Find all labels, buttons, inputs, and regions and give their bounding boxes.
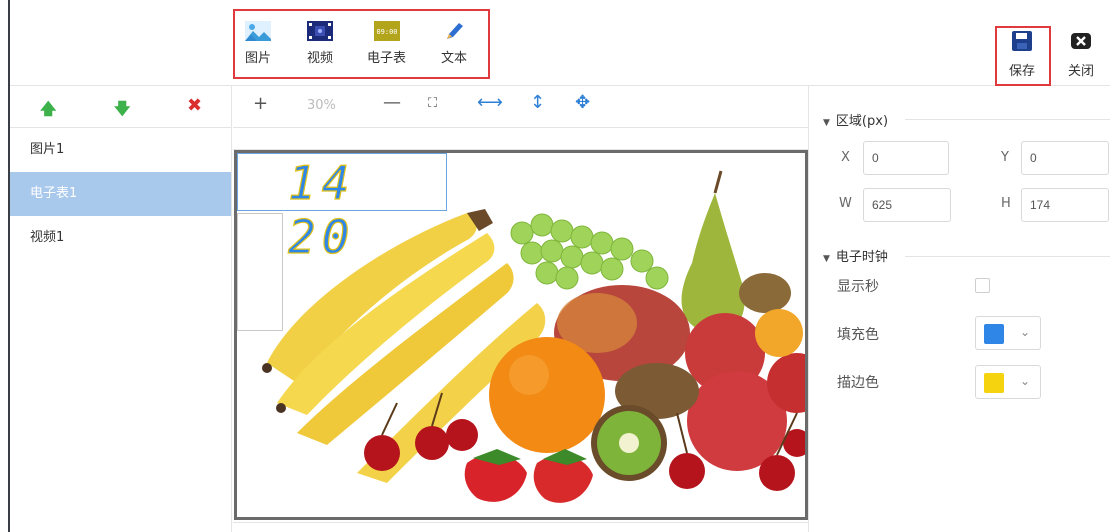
fill-color-swatch (984, 324, 1004, 344)
stroke-color-swatch (984, 373, 1004, 393)
video-icon (307, 21, 333, 41)
digital-clock-icon: 09:00 (373, 21, 400, 41)
layer-item-video[interactable]: 视频1 (10, 216, 231, 260)
show-seconds-checkbox[interactable] (975, 278, 990, 293)
zoom-in-button[interactable]: + (253, 93, 268, 114)
region-title-text: 区域(px) (835, 114, 889, 129)
fit-screen-icon[interactable]: ⛶ (428, 96, 437, 111)
image-icon (245, 21, 271, 41)
canvas-bottom-divider (233, 522, 808, 523)
region-section-title[interactable]: ▼ 区域(px) (823, 110, 888, 129)
stroke-color-picker[interactable]: ⌄ (975, 365, 1041, 399)
insert-image-button[interactable]: 图片 (245, 21, 271, 66)
w-label: W (839, 196, 852, 211)
w-input[interactable]: 625 (863, 188, 951, 222)
show-seconds-label: 显示秒 (837, 279, 879, 295)
close-button[interactable]: 关闭 (1068, 30, 1094, 79)
collapse-triangle-icon: ▼ (823, 118, 830, 128)
collapse-triangle-icon: ▼ (823, 254, 830, 264)
x-label: X (841, 150, 850, 165)
insert-clock-label: 电子表 (367, 51, 407, 66)
insert-image-label: 图片 (245, 51, 272, 66)
h-input[interactable]: 174 (1021, 188, 1109, 222)
clock-element[interactable]: 14 20 (237, 153, 447, 265)
layer-toolbar: 🡅 🡇 ✖ (10, 86, 231, 128)
zoom-level: 30% (307, 98, 336, 113)
canvas-ruler (233, 128, 808, 150)
canvas-area: + 30% — ⛶ ⟷ ↕ ✥ 14 20 (233, 86, 808, 532)
y-input[interactable]: 0 (1021, 141, 1109, 175)
properties-panel: ▼ 区域(px) X 0 Y 0 W 625 H 174 ▼ 电子时钟 显示秒 填充… (808, 86, 1110, 532)
fill-color-label: 填充色 (837, 327, 879, 343)
y-label: Y (1001, 150, 1009, 165)
pencil-icon (447, 23, 463, 39)
clock-digits: 14 20 (287, 155, 356, 264)
arrow-down-icon[interactable]: 🡇 (114, 98, 130, 125)
clock-section-title[interactable]: ▼ 电子时钟 (823, 246, 888, 265)
close-label: 关闭 (1068, 64, 1095, 79)
fill-color-picker[interactable]: ⌄ (975, 316, 1041, 350)
insert-video-button[interactable]: 视频 (307, 21, 333, 66)
chevron-down-icon: ⌄ (1020, 374, 1031, 388)
region-divider (905, 119, 1110, 120)
delete-icon[interactable]: ✖ (187, 95, 202, 116)
save-button[interactable]: 保存 (1009, 30, 1035, 79)
move-icon[interactable]: ✥ (575, 92, 590, 113)
insert-text-button[interactable]: 文本 (441, 21, 467, 66)
fit-height-icon[interactable]: ↕ (530, 92, 545, 113)
fit-width-icon[interactable]: ⟷ (477, 92, 503, 113)
insert-text-label: 文本 (441, 51, 468, 66)
layer-item-image[interactable]: 图片1 (10, 128, 231, 172)
h-label: H (1001, 196, 1011, 211)
arrow-up-icon[interactable]: 🡅 (40, 98, 56, 125)
insert-toolbar-group: 图片 视频 09:00 电子表 文本 (233, 9, 490, 79)
layer-panel: 🡅 🡇 ✖ 图片1 电子表1 视频1 (10, 86, 232, 532)
clock-divider (905, 256, 1110, 257)
chevron-down-icon: ⌄ (1020, 325, 1031, 339)
canvas-stage[interactable]: 14 20 (234, 150, 808, 520)
clock-icon-text: 09:00 (376, 28, 397, 36)
save-icon (1012, 31, 1032, 51)
clock-section-text: 电子时钟 (835, 250, 888, 265)
save-label: 保存 (1009, 64, 1036, 79)
stroke-color-label: 描边色 (837, 375, 879, 391)
insert-clock-button[interactable]: 09:00 电子表 (367, 21, 406, 66)
close-icon (1071, 33, 1091, 49)
x-input[interactable]: 0 (863, 141, 949, 175)
top-toolbar (10, 0, 1110, 86)
layer-item-clock[interactable]: 电子表1 (10, 172, 231, 216)
insert-video-label: 视频 (307, 51, 334, 66)
canvas-toolbar: + 30% — ⛶ ⟷ ↕ ✥ (233, 86, 808, 128)
zoom-out-button[interactable]: — (383, 92, 401, 113)
video-element-outline[interactable] (237, 213, 283, 331)
